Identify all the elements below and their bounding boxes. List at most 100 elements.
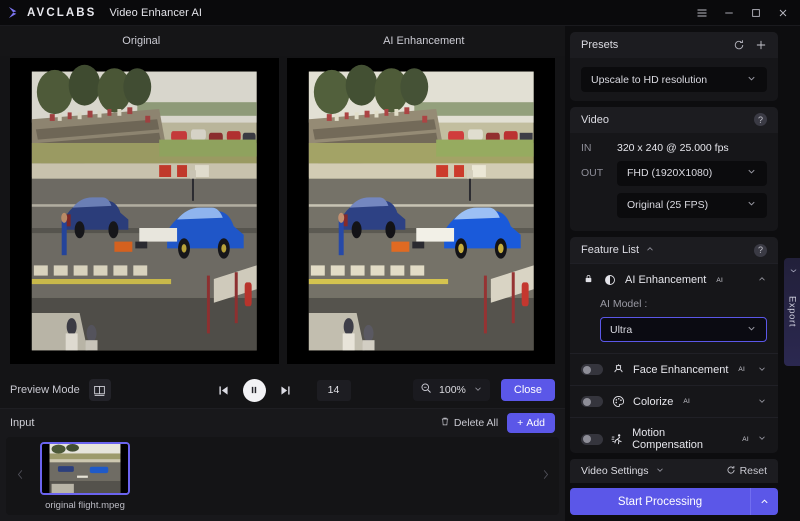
chevron-down-icon [746, 323, 757, 337]
preview-stage [0, 56, 565, 372]
close-icon[interactable] [769, 1, 796, 25]
list-item[interactable]: original flight.mpeg [40, 442, 130, 511]
close-preview-button[interactable]: Close [500, 379, 555, 401]
video-framerate-row: Original (25 FPS) [617, 192, 767, 218]
feature-list-card: Feature List ? AI Enhancement AI AI Mode… [570, 237, 778, 454]
add-file-button[interactable]: + Add [507, 413, 555, 433]
chevron-down-icon[interactable] [757, 364, 767, 376]
chevron-right-icon [788, 267, 797, 274]
preset-select[interactable]: Upscale to HD resolution [581, 67, 767, 92]
preview-pane-enhanced[interactable] [286, 58, 555, 364]
feature-row-face-enhancement[interactable]: Face Enhancement AI [570, 353, 778, 385]
preview-mode-label: Preview Mode [10, 384, 80, 396]
thumbnail-image[interactable] [40, 442, 130, 495]
chevron-right-icon[interactable] [533, 437, 557, 511]
next-frame-icon[interactable] [277, 382, 294, 399]
chevron-up-icon [645, 244, 655, 257]
minimize-icon[interactable] [715, 1, 742, 25]
preview-pane-original[interactable] [10, 58, 279, 364]
chevron-up-icon[interactable] [757, 274, 767, 286]
app-title: Video Enhancer AI [109, 6, 203, 19]
app-window: AVCLABS Video Enhancer AI Original AI En… [0, 0, 800, 521]
video-header: Video ? [570, 106, 778, 133]
thumbnail-filename: original flight.mpeg [45, 500, 125, 511]
previous-frame-icon[interactable] [215, 382, 232, 399]
output-resolution-value: FHD (1920X1080) [627, 167, 713, 180]
preview-header-enhanced: AI Enhancement [383, 35, 465, 47]
face-enhancement-toggle[interactable] [581, 364, 603, 376]
chevron-down-icon [746, 73, 757, 87]
trash-icon [440, 416, 450, 430]
running-person-icon [611, 433, 624, 446]
feature-ai-badge: AI [683, 398, 691, 406]
export-tab[interactable]: Export [784, 258, 800, 366]
help-icon[interactable]: ? [754, 113, 767, 127]
frame-number-input[interactable]: 14 [316, 379, 351, 401]
help-icon[interactable]: ? [754, 243, 767, 257]
feature-row-ai-enhancement[interactable]: AI Enhancement AI [570, 263, 778, 296]
preset-selected-value: Upscale to HD resolution [591, 73, 708, 86]
settings-sidebar: Presets Upscale to HD resolution Video ?… [565, 26, 800, 521]
input-header: Input Delete All + Add [0, 409, 565, 437]
delete-all-label: Delete All [453, 417, 499, 429]
output-resolution-select[interactable]: FHD (1920X1080) [617, 160, 767, 186]
ai-model-value: Ultra [610, 323, 633, 336]
preview-column: Original AI Enhancement Preview Mode 14 … [0, 26, 565, 521]
pause-icon[interactable] [242, 378, 266, 402]
plus-icon[interactable] [755, 39, 767, 51]
reset-button[interactable]: Reset [726, 465, 767, 478]
start-processing-button[interactable]: Start Processing [570, 488, 750, 516]
video-out-label: OUT [581, 167, 604, 180]
feature-list-title: Feature List [581, 244, 640, 257]
main-body: Original AI Enhancement Preview Mode 14 … [0, 26, 800, 521]
hamburger-icon[interactable] [688, 1, 715, 25]
window-controls [688, 1, 796, 25]
feature-name: AI Enhancement [625, 274, 707, 287]
face-icon [611, 363, 625, 376]
colorize-toggle[interactable] [581, 396, 603, 408]
add-label: Add [526, 417, 545, 429]
output-framerate-select[interactable]: Original (25 FPS) [617, 192, 767, 218]
chevron-down-icon [746, 166, 757, 180]
feature-name: Motion Compensation [632, 427, 704, 452]
ai-model-select[interactable]: Ultra [600, 317, 767, 343]
motion-compensation-toggle[interactable] [581, 433, 603, 445]
ai-model-section: AI Model : Ultra [570, 296, 778, 353]
start-options-chevron-up-icon[interactable] [750, 488, 778, 516]
zoom-icon [420, 381, 432, 399]
input-title: Input [10, 417, 35, 429]
feature-list-header[interactable]: Feature List ? [570, 237, 778, 264]
input-thumbnail-strip: original flight.mpeg [6, 437, 559, 515]
presets-card: Presets Upscale to HD resolution [570, 32, 778, 101]
delete-all-button[interactable]: Delete All [440, 416, 498, 430]
zoom-control[interactable]: 100% [413, 379, 490, 401]
sidebar-bottom: Video Settings Reset Start Processing [570, 459, 778, 521]
video-in-value: 320 x 240 @ 25.000 fps [617, 141, 729, 154]
playback-toolbar: Preview Mode 14 100% Close [0, 372, 565, 408]
input-actions: Delete All + Add [440, 413, 555, 433]
chevron-down-icon [746, 198, 757, 212]
thumbnail-list: original flight.mpeg [32, 437, 533, 511]
chevron-down-icon[interactable] [757, 396, 767, 408]
video-out-row: OUT FHD (1920X1080) [581, 160, 767, 186]
chevron-left-icon[interactable] [8, 437, 32, 511]
split-view-icon[interactable] [88, 379, 111, 401]
refresh-icon[interactable] [733, 39, 745, 51]
video-settings-bar[interactable]: Video Settings Reset [570, 459, 778, 484]
preview-header-original: Original [122, 35, 161, 47]
chevron-down-icon[interactable] [757, 433, 767, 445]
feature-ai-badge: AI [742, 435, 749, 443]
feature-ai-badge: AI [738, 366, 746, 374]
feature-row-colorize[interactable]: Colorize AI [570, 385, 778, 417]
title-bar: AVCLABS Video Enhancer AI [0, 0, 800, 26]
lock-icon [581, 273, 595, 287]
video-settings-label: Video Settings [581, 465, 649, 478]
video-in-label: IN [581, 141, 592, 154]
contrast-icon [603, 274, 617, 286]
maximize-icon[interactable] [742, 1, 769, 25]
thumbnail-frame [42, 444, 128, 493]
preview-right-tools: 100% Close [413, 379, 555, 401]
feature-row-motion-compensation[interactable]: Motion Compensation AI [570, 417, 778, 453]
chevron-down-icon [473, 381, 483, 399]
plus-icon: + [517, 417, 524, 429]
